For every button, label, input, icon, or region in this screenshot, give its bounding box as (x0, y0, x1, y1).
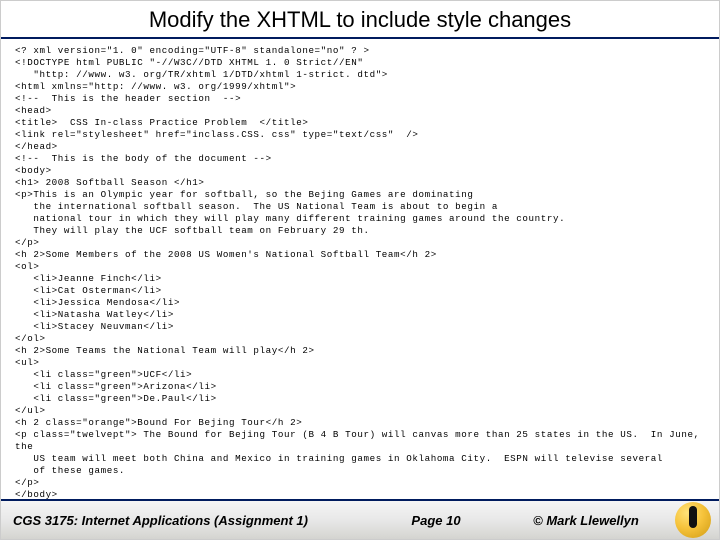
slide: Modify the XHTML to include style change… (0, 0, 720, 540)
slide-title: Modify the XHTML to include style change… (1, 1, 719, 39)
footer-copyright: © Mark Llewellyn (501, 513, 671, 528)
code-area: <? xml version="1. 0" encoding="UTF-8" s… (1, 39, 719, 501)
footer-page-number: Page 10 (371, 513, 501, 528)
footer-course-label: CGS 3175: Internet Applications (Assignm… (1, 513, 371, 528)
slide-footer: CGS 3175: Internet Applications (Assignm… (1, 499, 719, 539)
ucf-logo-icon (675, 502, 711, 538)
xhtml-code-listing: <? xml version="1. 0" encoding="UTF-8" s… (15, 45, 705, 501)
